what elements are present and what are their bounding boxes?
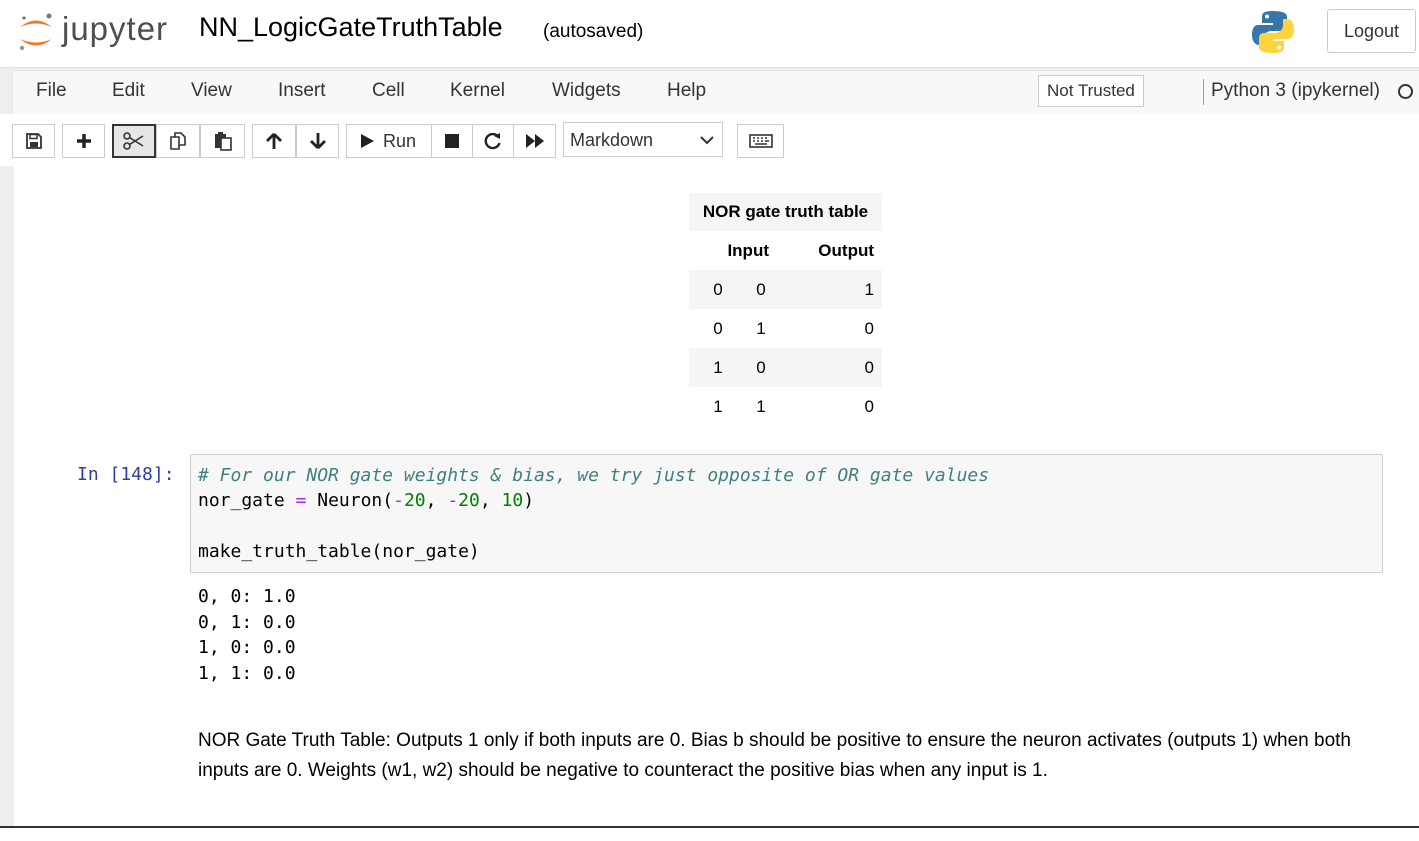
input-prompt: In [148]: bbox=[77, 464, 175, 485]
table-header-row: Input Output bbox=[689, 231, 882, 270]
move-up-button[interactable] bbox=[252, 124, 296, 158]
header-input: Input bbox=[727, 240, 769, 260]
insert-cell-button[interactable] bbox=[62, 124, 105, 158]
fast-forward-icon bbox=[525, 134, 544, 148]
cut-cell-button[interactable] bbox=[112, 124, 156, 158]
autosave-status: (autosaved) bbox=[543, 21, 644, 42]
output-line: 1, 0: 0.0 bbox=[198, 637, 296, 658]
output-line: 0, 0: 1.0 bbox=[198, 586, 296, 607]
table-row: 1 0 0 bbox=[689, 348, 882, 387]
output-cell: 0 bbox=[864, 357, 874, 377]
kernel-separator bbox=[1203, 79, 1204, 105]
kernel-idle-indicator-icon bbox=[1398, 84, 1413, 99]
copy-icon bbox=[170, 132, 186, 150]
menu-help[interactable]: Help bbox=[667, 80, 706, 102]
markdown-paragraph: NOR Gate Truth Table: Outputs 1 only if … bbox=[198, 730, 1351, 781]
notebook-container: NOR gate truth table Input Output 0 0 1 … bbox=[14, 166, 1419, 839]
paste-cell-button[interactable] bbox=[200, 124, 245, 158]
nor-truth-table: NOR gate truth table Input Output 0 0 1 … bbox=[689, 193, 882, 426]
output-cell: 1 bbox=[864, 279, 874, 299]
code-editor[interactable]: # For our NOR gate weights & bias, we tr… bbox=[190, 454, 1383, 573]
paste-icon bbox=[214, 132, 232, 151]
command-palette-button[interactable] bbox=[737, 124, 784, 158]
trust-status-button[interactable]: Not Trusted bbox=[1038, 75, 1144, 107]
cell-output: 0, 0: 1.0 0, 1: 0.0 1, 0: 0.0 1, 1: 0.0 bbox=[198, 586, 296, 688]
chevron-down-icon bbox=[700, 136, 714, 145]
input-b-cell: 0 bbox=[756, 357, 766, 377]
input-a-cell: 0 bbox=[713, 279, 723, 299]
run-label: Run bbox=[383, 130, 417, 151]
code-line-comment: # For our NOR gate weights & bias, we tr… bbox=[198, 465, 990, 486]
run-button[interactable]: Run bbox=[346, 124, 432, 158]
table-row: 0 0 1 bbox=[689, 270, 882, 309]
menu-widgets[interactable]: Widgets bbox=[552, 80, 621, 102]
cell-type-select[interactable]: Markdown bbox=[563, 122, 723, 157]
save-button[interactable] bbox=[12, 124, 55, 158]
input-b-cell: 1 bbox=[756, 318, 766, 338]
menu-view[interactable]: View bbox=[191, 80, 232, 102]
output-line: 1, 1: 0.0 bbox=[198, 662, 296, 684]
code-line-assignment: nor_gate = Neuron(-20, -20, 10) bbox=[198, 490, 535, 511]
logout-button[interactable]: Logout bbox=[1327, 9, 1416, 53]
move-down-button[interactable] bbox=[296, 124, 339, 158]
menubar: File Edit View Insert Cell Kernel Widget… bbox=[12, 70, 1419, 115]
restart-run-all-button[interactable] bbox=[513, 124, 556, 158]
table-caption: NOR gate truth table bbox=[689, 193, 882, 231]
python-logo-icon bbox=[1252, 11, 1294, 53]
interrupt-kernel-button[interactable] bbox=[431, 124, 473, 158]
menu-kernel[interactable]: Kernel bbox=[450, 80, 505, 102]
restart-kernel-button[interactable] bbox=[472, 124, 514, 158]
copy-cell-button[interactable] bbox=[156, 124, 200, 158]
arrow-down-icon bbox=[309, 133, 326, 149]
play-icon bbox=[361, 134, 374, 148]
input-a-cell: 1 bbox=[713, 357, 723, 377]
menu-insert[interactable]: Insert bbox=[278, 80, 326, 102]
input-b-cell: 1 bbox=[756, 396, 766, 416]
menu-file[interactable]: File bbox=[36, 80, 67, 102]
jupyter-logo-icon bbox=[19, 13, 52, 51]
code-line-call: make_truth_table(nor_gate) bbox=[198, 541, 480, 562]
kernel-name[interactable]: Python 3 (ipykernel) bbox=[1211, 80, 1380, 102]
stop-icon bbox=[445, 134, 459, 148]
cell-type-value: Markdown bbox=[570, 130, 654, 150]
notebook-title[interactable]: NN_LogicGateTruthTable bbox=[199, 12, 503, 43]
table-row: 0 1 0 bbox=[689, 309, 882, 348]
jupyter-logo[interactable]: jupyter bbox=[16, 8, 186, 56]
output-cell: 0 bbox=[864, 396, 874, 416]
scissors-icon bbox=[123, 132, 144, 150]
restart-icon bbox=[484, 132, 501, 150]
save-icon bbox=[25, 133, 42, 149]
output-cell: 0 bbox=[864, 318, 874, 338]
header-bar: jupyter NN_LogicGateTruthTable (autosave… bbox=[0, 0, 1419, 68]
keyboard-icon bbox=[748, 134, 773, 148]
input-a-cell: 0 bbox=[713, 318, 723, 338]
table-row: 1 1 0 bbox=[689, 387, 882, 426]
input-b-cell: 0 bbox=[756, 279, 766, 299]
header-output: Output bbox=[818, 240, 874, 260]
arrow-up-icon bbox=[266, 133, 282, 149]
input-a-cell: 1 bbox=[713, 396, 723, 416]
output-line: 0, 1: 0.0 bbox=[198, 611, 296, 633]
menu-cell[interactable]: Cell bbox=[372, 80, 405, 102]
menu-edit[interactable]: Edit bbox=[112, 80, 145, 102]
plus-icon bbox=[76, 134, 91, 148]
logo-text: jupyter bbox=[62, 10, 169, 47]
